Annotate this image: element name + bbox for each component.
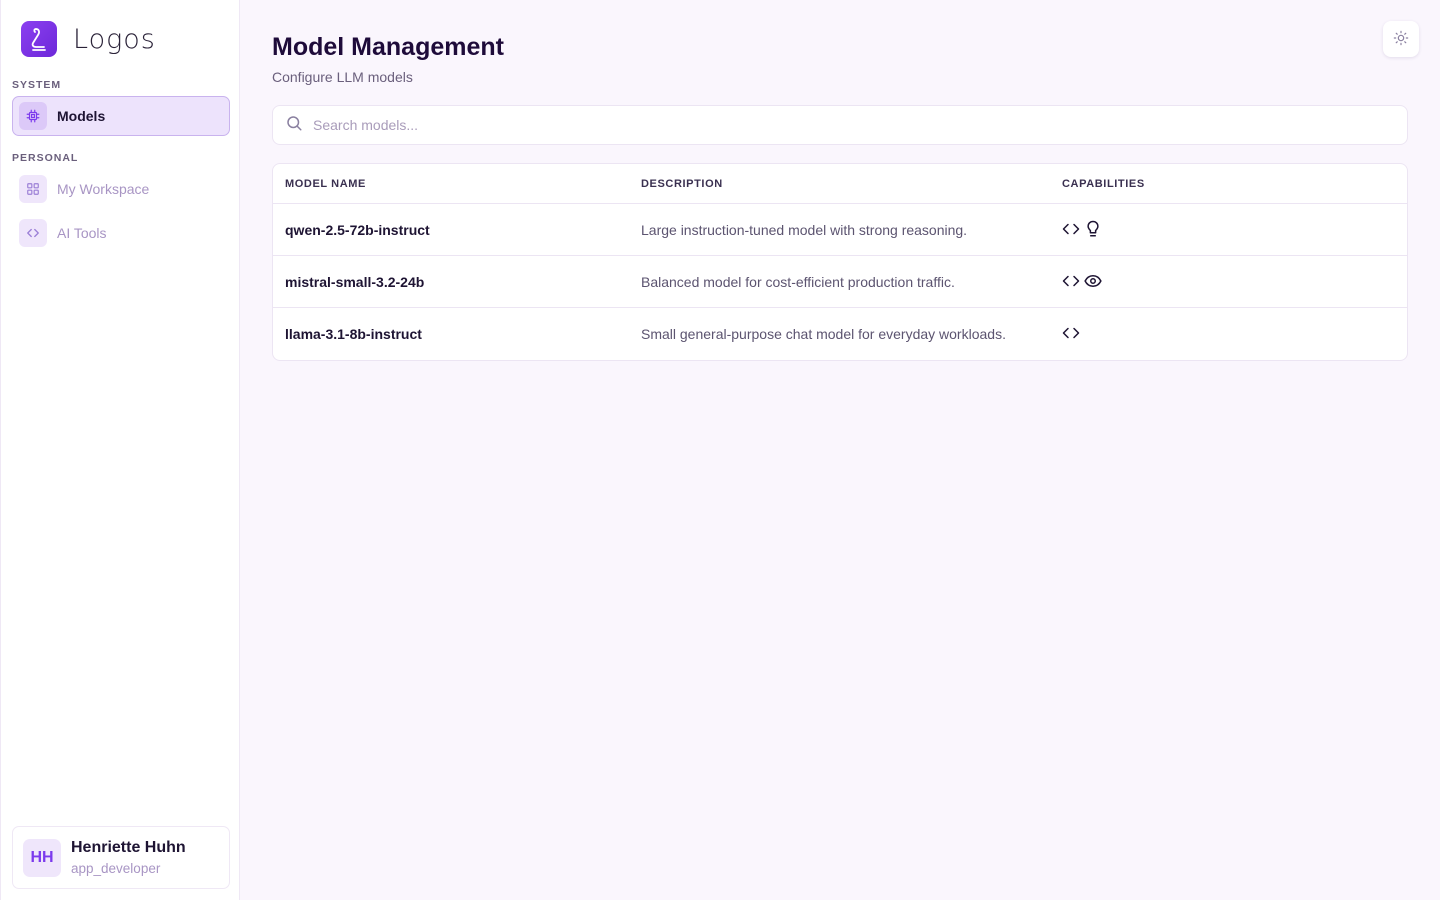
user-role: app_developer — [71, 861, 161, 876]
model-name: llama-3.1-8b-instruct — [285, 326, 422, 342]
page-title: Model Management — [272, 33, 504, 61]
model-description: Balanced model for cost-efficient produc… — [641, 274, 955, 290]
search-input[interactable] — [313, 117, 1373, 133]
section-label-personal: PERSONAL — [12, 152, 79, 164]
page-subtitle: Configure LLM models — [272, 69, 413, 85]
table-row[interactable]: mistral-small-3.2-24b Balanced model for… — [273, 256, 1407, 308]
search-box — [272, 105, 1408, 145]
model-capabilities — [1062, 324, 1080, 342]
column-header-capabilities[interactable]: CAPABILITIES — [1062, 178, 1145, 190]
search-icon — [285, 114, 303, 137]
code-icon — [1062, 324, 1080, 342]
user-card[interactable]: HH Henriette Huhn app_developer — [12, 826, 230, 889]
table-row[interactable]: qwen-2.5-72b-instruct Large instruction-… — [273, 204, 1407, 256]
avatar: HH — [23, 838, 61, 877]
lightbulb-icon — [1084, 220, 1102, 238]
user-info: Henriette Huhn app_developer — [71, 839, 186, 876]
brand[interactable]: Logos — [21, 20, 156, 58]
cpu-icon — [19, 102, 47, 130]
column-header-description[interactable]: DESCRIPTION — [641, 178, 723, 190]
sidebar: Logos SYSTEM Models PERSONAL My Workspac… — [0, 0, 240, 900]
table-header: MODEL NAME DESCRIPTION CAPABILITIES — [273, 164, 1407, 204]
model-capabilities — [1062, 272, 1102, 290]
table-row[interactable]: llama-3.1-8b-instruct Small general-purp… — [273, 308, 1407, 360]
model-description: Large instruction-tuned model with stron… — [641, 222, 968, 238]
code-icon — [1062, 220, 1080, 238]
sidebar-item-ai-tools[interactable]: AI Tools — [12, 213, 230, 253]
sidebar-item-label: My Workspace — [57, 181, 150, 197]
models-table: MODEL NAME DESCRIPTION CAPABILITIES qwen… — [272, 163, 1408, 361]
sun-icon — [1393, 30, 1409, 49]
app-name: Logos — [73, 23, 156, 55]
sidebar-item-models[interactable]: Models — [12, 96, 230, 136]
grid-icon — [19, 175, 47, 203]
sidebar-item-my-workspace[interactable]: My Workspace — [12, 169, 230, 209]
sidebar-item-label: Models — [57, 108, 106, 124]
column-header-model-name[interactable]: MODEL NAME — [285, 178, 366, 190]
user-name: Henriette Huhn — [71, 839, 186, 856]
model-name: qwen-2.5-72b-instruct — [285, 222, 430, 238]
logos-logo-icon — [21, 21, 57, 57]
section-label-system: SYSTEM — [12, 79, 62, 91]
theme-toggle-button[interactable] — [1383, 21, 1419, 57]
code-icon — [19, 219, 47, 247]
code-icon — [1062, 272, 1080, 290]
eye-icon — [1084, 272, 1102, 290]
model-description: Small general-purpose chat model for eve… — [641, 326, 1006, 342]
model-name: mistral-small-3.2-24b — [285, 274, 425, 290]
sidebar-item-label: AI Tools — [57, 225, 107, 241]
model-capabilities — [1062, 220, 1102, 238]
